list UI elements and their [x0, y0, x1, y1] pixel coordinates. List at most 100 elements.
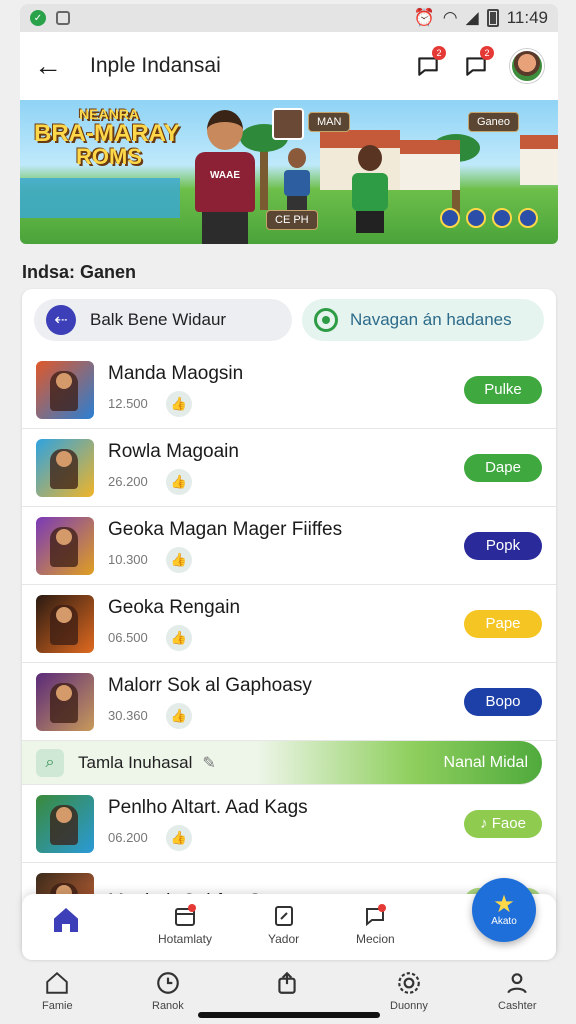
- list-item[interactable]: Malorr Sok al Gaphoasy 30.360 👍 Bopo: [22, 663, 556, 741]
- app-bar: ← Inple Indansai 2 2: [20, 32, 558, 100]
- notification-badge: 2: [432, 46, 446, 60]
- list-item[interactable]: Penlho Altart. Aad Kags 06.200 👍 ♪ Faoe: [22, 785, 556, 863]
- share-icon: [278, 971, 296, 994]
- thumbs-up-icon[interactable]: 👍: [165, 624, 192, 651]
- gear-icon: [398, 972, 420, 994]
- filter-left-label: Balk Bene Widaur: [90, 310, 227, 329]
- star-icon: ★: [493, 890, 515, 918]
- alarm-icon: ⏰: [413, 8, 435, 27]
- app-size: 26.200: [108, 474, 148, 489]
- wifi-icon: ◠: [442, 8, 458, 27]
- message-notification-button[interactable]: 2: [462, 46, 494, 80]
- app-size: 10.300: [108, 552, 148, 567]
- thumbs-up-icon[interactable]: 👍: [165, 824, 192, 851]
- filter-pills: ⇠ Balk Bene Widaur Navagan án hadanes: [22, 289, 556, 351]
- promo-action[interactable]: Nanal Midal: [444, 754, 528, 772]
- status-time: 11:49: [506, 8, 548, 27]
- app-action-button[interactable]: Pulke: [464, 375, 542, 404]
- sysnav-share[interactable]: [274, 970, 300, 1000]
- pencil-icon[interactable]: ✎: [202, 753, 215, 773]
- chat-notification-button[interactable]: 2: [414, 46, 446, 80]
- promo-label: Tamla Inuhasal: [78, 752, 193, 772]
- promo-bar[interactable]: ⌕ Tamla Inuhasal ✎ Nanal Midal: [22, 741, 542, 785]
- app-size: 06.200: [108, 830, 148, 845]
- banner-sign: MAN: [308, 112, 351, 132]
- list-item[interactable]: Manda Maogsin 12.500 👍 Pulke: [22, 351, 556, 429]
- featured-banner[interactable]: NEANRA BRA-MARAY ROMS WAAE MAN Ganeo CE …: [20, 100, 558, 244]
- shield-check-icon: ✓: [30, 10, 46, 26]
- section-title: Indsa: Ganen: [22, 262, 137, 282]
- nav-hotamlaty[interactable]: Hotamlaty: [158, 904, 212, 946]
- banner-house: [520, 135, 558, 185]
- app-thumbnail: [36, 672, 94, 731]
- app-action-button[interactable]: Popk: [464, 531, 542, 560]
- app-name: Geoka Rengain: [108, 596, 241, 618]
- message-icon: [363, 904, 387, 928]
- filter-right-button[interactable]: Navagan án hadanes: [302, 299, 544, 341]
- list-item[interactable]: Geoka Magan Mager Fiiffes 10.300 👍 Popk: [22, 507, 556, 585]
- thumbs-up-icon[interactable]: 👍: [165, 390, 192, 417]
- nav-label: Mecion: [356, 932, 395, 946]
- banner-bubble: [492, 208, 512, 228]
- banner-sign: CE PH: [266, 210, 318, 230]
- app-thumbnail: [36, 794, 94, 853]
- edit-document-icon: [272, 904, 296, 928]
- app-size: 30.360: [108, 708, 148, 723]
- home-indicator: [198, 1012, 380, 1018]
- app-action-button[interactable]: Dape: [464, 453, 542, 482]
- sysnav-label: Ranok: [152, 1000, 184, 1012]
- hero-shirt-text: WAAE: [195, 152, 255, 212]
- banner-sign: Ganeo: [468, 112, 520, 132]
- banner-bubble: [466, 208, 486, 228]
- person-icon: [507, 973, 527, 994]
- banner-sea: [20, 178, 180, 218]
- nav-home[interactable]: [50, 904, 82, 936]
- app-action-button[interactable]: Bopo: [464, 687, 542, 716]
- house-outline-icon: [46, 971, 69, 994]
- app-thumbnail: [36, 516, 94, 575]
- thumbs-up-icon[interactable]: 👍: [165, 546, 192, 573]
- sysnav-duonny[interactable]: Duonny: [390, 970, 428, 1012]
- sysnav-famie[interactable]: Famie: [42, 970, 73, 1012]
- clock-icon: [157, 972, 179, 994]
- app-action-button[interactable]: Pape: [464, 609, 542, 638]
- sysnav-label: Duonny: [390, 1000, 428, 1012]
- fab-akato-button[interactable]: ★ Akato: [472, 878, 536, 942]
- banner-kid-character: [282, 148, 312, 212]
- app-name: Manda Maogsin: [108, 362, 244, 384]
- avatar[interactable]: [510, 49, 544, 83]
- sysnav-cashter[interactable]: Cashter: [498, 970, 537, 1012]
- palm-tree: [240, 124, 288, 210]
- app-name: Rowla Magoain: [108, 440, 239, 462]
- back-arrow-icon[interactable]: ←: [34, 50, 74, 82]
- status-bar: ✓ ⏰ ◠ ◢ 11:49: [20, 4, 558, 32]
- list-item[interactable]: Geoka Rengain 06.500 👍 Pape: [22, 585, 556, 663]
- page-title: Inple Indansai: [90, 54, 221, 77]
- banner-runner-character: [350, 145, 390, 235]
- sysnav-label: Cashter: [498, 1000, 537, 1012]
- thumbs-up-icon[interactable]: 👍: [165, 468, 192, 495]
- sysnav-label: Famie: [42, 1000, 73, 1012]
- filter-right-label: Navagan án hadanes: [350, 310, 512, 329]
- app-size: 06.500: [108, 630, 148, 645]
- app-thumbnail: [36, 360, 94, 419]
- thumbs-up-icon[interactable]: 👍: [165, 702, 192, 729]
- nav-yador[interactable]: Yador: [268, 904, 299, 946]
- sysnav-ranok[interactable]: Ranok: [152, 970, 184, 1012]
- gear-icon: [314, 308, 338, 332]
- nav-mecion[interactable]: Mecion: [356, 904, 395, 946]
- fab-label: Akato: [491, 915, 517, 927]
- signal-icon: ◢: [465, 8, 479, 27]
- nav-label: Yador: [268, 932, 300, 946]
- app-action-button[interactable]: ♪ Faoe: [464, 809, 542, 838]
- notification-square-icon: [56, 11, 70, 25]
- app-name: Penlho Altart. Aad Kags: [108, 796, 308, 818]
- banner-logo-line: BRA-MARAY: [34, 120, 180, 147]
- banner-bubble: [518, 208, 538, 228]
- filter-left-button[interactable]: ⇠ Balk Bene Widaur: [34, 299, 292, 341]
- banner-hero-character: WAAE: [190, 110, 260, 244]
- notification-badge: 2: [480, 46, 494, 60]
- list-item[interactable]: Rowla Magoain 26.200 👍 Dape: [22, 429, 556, 507]
- calendar-icon: [173, 904, 197, 928]
- app-name: Malorr Sok al Gaphoasy: [108, 674, 312, 696]
